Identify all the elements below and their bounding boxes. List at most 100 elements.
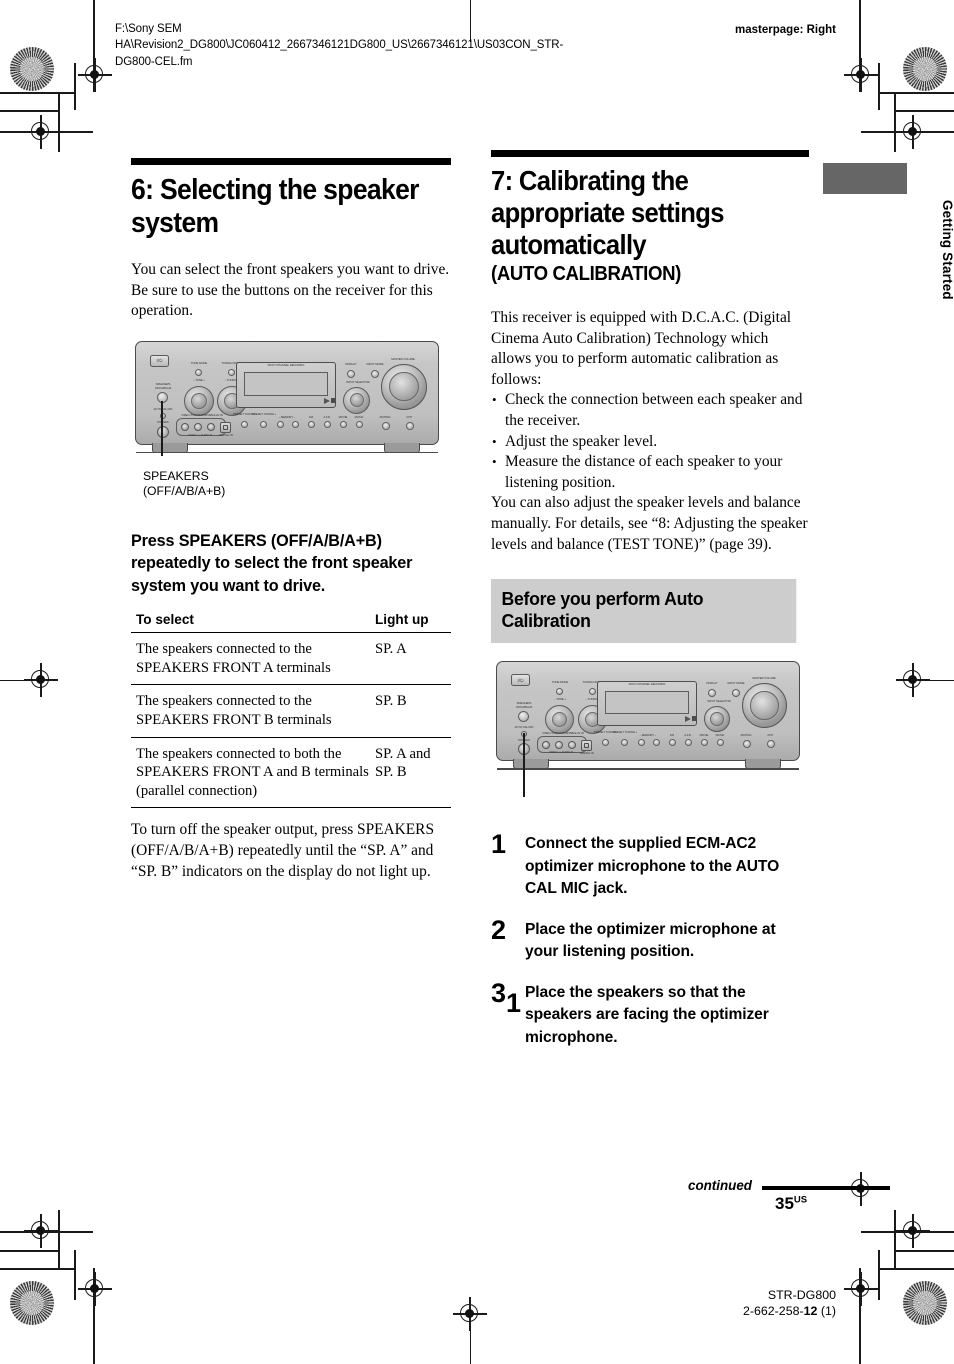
receiver-illustration-left: I/⏻ SPEAKERS OFF/A/B/A+B AUTO CAL MIC PHO… xyxy=(131,340,443,456)
reset-button xyxy=(767,740,775,749)
label-music: MUSIC xyxy=(715,733,725,738)
registration-cross-top-center xyxy=(453,1297,487,1331)
document-page: F:\Sony SEM HA\Revision2_DG800\JC060412_… xyxy=(0,0,954,1364)
label-music: MUSIC xyxy=(354,415,364,419)
masterpage-label: masterpage: Right xyxy=(735,24,836,36)
before-auto-calibration-heading: Before you perform Auto Calibration xyxy=(491,579,797,644)
preset-tuning-plus-button xyxy=(260,420,267,428)
table-header-to-select: To select xyxy=(131,610,371,634)
registration-star-top-right xyxy=(903,47,947,91)
right-section-subheading: (AUTO CALIBRATION) xyxy=(491,263,681,285)
display-indicator-arrow xyxy=(685,716,691,723)
label-2ch: 2CH xyxy=(767,733,773,738)
part-number-prefix: 2-662-258- xyxy=(742,1303,804,1318)
step-1: 1 Connect the supplied ECM-AC2 optimizer… xyxy=(491,831,809,901)
label-memory: − MEMORY − xyxy=(639,733,657,738)
memory-button-1 xyxy=(277,420,284,428)
master-volume-knob xyxy=(742,683,787,729)
step-text: Place the speakers so that the speakers … xyxy=(525,983,769,1046)
left-closing-paragraph: To turn off the speaker output, press SP… xyxy=(131,821,435,880)
digital-in-jack xyxy=(581,740,592,752)
calibration-bullet-list: Check the connection between each speake… xyxy=(491,390,809,493)
list-item: Measure the distance of each speaker to … xyxy=(491,452,809,493)
table-row: The speakers connected to the SPEAKERS F… xyxy=(131,684,451,738)
memory-button-1 xyxy=(638,739,645,747)
label-speakers: SPEAKERS OFF/A/B/A+B xyxy=(515,701,533,709)
movie-button xyxy=(701,739,708,747)
label-memory: − MEMORY − xyxy=(278,415,296,419)
section-rule-left xyxy=(131,158,451,165)
table-cell-light: SP. B xyxy=(371,684,451,738)
label-auto-cal-mic: AUTO CAL MIC xyxy=(153,407,173,411)
right-section-heading: 7: Calibrating the appropriate settings … xyxy=(491,165,724,260)
page-number: 35US xyxy=(775,1194,807,1214)
page-number-suffix: US xyxy=(793,1194,808,1206)
display-inner-area xyxy=(244,371,328,396)
preset-tuning-minus-button xyxy=(241,420,248,428)
memory-button-2 xyxy=(653,739,660,747)
movie-button xyxy=(340,420,347,428)
label-speakers: SPEAKERS OFF/A/B/A+B xyxy=(154,382,172,390)
input-mode-button xyxy=(371,369,379,378)
side-tab-bar xyxy=(823,163,907,194)
registration-star-top-left xyxy=(10,47,54,91)
right-intro-paragraph: This receiver is equipped with D.C.A.C. … xyxy=(491,309,792,388)
callout-leader-line xyxy=(161,400,163,456)
label-digital-in: DIGITAL IN xyxy=(219,433,233,437)
registration-cross-lower-left xyxy=(78,1272,112,1306)
fm-button xyxy=(669,739,676,747)
registration-cross-top-left xyxy=(78,58,112,92)
label-afd: A.F.D. xyxy=(684,733,692,738)
fm-button xyxy=(308,420,315,428)
tone-mode-button xyxy=(556,688,563,696)
label-muting: MUTING xyxy=(379,415,391,419)
step-number: 2 xyxy=(491,914,507,945)
afd-button xyxy=(685,739,692,747)
receiver-illustration-right: I/⏻ SPEAKERSOFF/A/B/A+B AUTO CAL MIC PHO… xyxy=(496,661,808,798)
music-button xyxy=(356,420,363,428)
table-header-row: To select Light up xyxy=(131,610,451,634)
digital-in-jack xyxy=(220,421,231,433)
list-item: Adjust the speaker level. xyxy=(491,432,809,453)
tuning-mode-button xyxy=(228,368,235,376)
display-inner-area xyxy=(605,691,689,715)
label-display: DISPLAY xyxy=(345,362,357,366)
left-intro-paragraph: You can select the front speakers you wa… xyxy=(131,261,450,320)
step-text: Place the optimizer microphone at your l… xyxy=(525,920,776,961)
label-tone: − TONE + xyxy=(193,378,205,382)
video3-jack-video xyxy=(181,422,189,431)
power-button-icon: I/⏻ xyxy=(511,674,530,687)
figure-callout-number: 1 xyxy=(506,988,522,1018)
master-volume-knob xyxy=(381,363,427,410)
part-number-bold: 12 xyxy=(803,1303,818,1318)
registration-cross-mid-right xyxy=(896,663,930,697)
left-section-heading: 6: Selecting the speaker system xyxy=(131,174,420,239)
part-number: 2-662-258-12 (1) xyxy=(743,1304,836,1320)
table-cell-select: The speakers connected to the SPEAKERS F… xyxy=(131,632,371,686)
table-cell-light: SP. A and SP. B xyxy=(371,737,451,809)
music-button xyxy=(717,739,724,747)
registration-cross-mid-left xyxy=(24,663,58,697)
step-number: 1 xyxy=(491,829,507,860)
display-button xyxy=(347,369,355,378)
registration-star-bottom-right xyxy=(903,1281,947,1325)
registration-cross-upper-right xyxy=(896,115,930,149)
figure-caption-speakers: SPEAKERS (OFF/A/B/A+B) xyxy=(143,468,226,499)
registration-cross-top-right xyxy=(844,58,878,92)
model-name: STR-DG800 xyxy=(767,1288,836,1302)
label-fm: FM xyxy=(670,733,674,738)
step-2: 2 Place the optimizer microphone at your… xyxy=(491,914,809,964)
right-after-bullets-paragraph: You can also adjust the speaker levels a… xyxy=(491,494,808,553)
reset-button xyxy=(406,421,414,430)
video3-jack-audio-r xyxy=(207,422,215,431)
tone-mode-button xyxy=(195,368,202,376)
registration-cross-upper-left xyxy=(24,115,58,149)
label-video3-input: VIDEO 3 INPUT/PORTABLE AV IN xyxy=(542,731,584,736)
label-input-selector: INPUT SELECTOR xyxy=(346,380,370,384)
power-button-icon: I/⏻ xyxy=(150,354,169,367)
file-path-header: F:\Sony SEM HA\Revision2_DG800\JC060412_… xyxy=(115,23,564,68)
speakers-button xyxy=(518,711,529,723)
model-footer: STR-DG800 2-662-258-12 (1) xyxy=(743,1288,836,1319)
label-multi-channel-decoding: MULTI CHANNEL DECODING xyxy=(267,363,305,367)
step-text: Connect the supplied ECM-AC2 optimizer m… xyxy=(525,835,780,898)
